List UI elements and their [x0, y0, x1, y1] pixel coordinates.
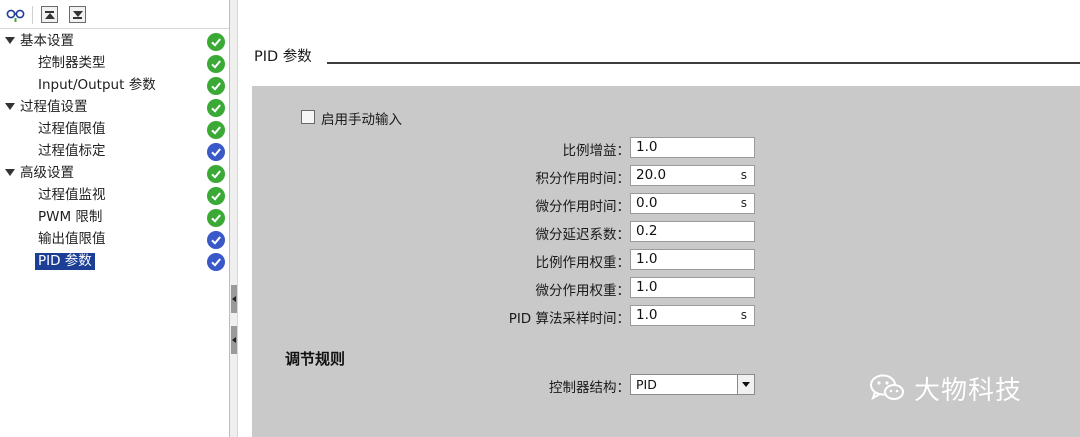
tree-item-pwm-limits[interactable]: PWM 限制	[0, 207, 229, 229]
field-unit: s	[740, 196, 747, 210]
integral-time-field[interactable]: 20.0 s	[630, 165, 755, 186]
manual-entry-label: 启用手动输入	[321, 112, 402, 128]
tree-item-pid-params[interactable]: PID 参数	[0, 251, 229, 273]
derivative-time-field[interactable]: 0.0 s	[630, 193, 755, 214]
field-unit: s	[740, 168, 747, 182]
tree-item-advanced-settings[interactable]: 高级设置	[0, 163, 229, 185]
tree-item-process-value-scaling[interactable]: 过程值标定	[0, 141, 229, 163]
param-label: 比例作用权重：	[535, 255, 631, 271]
param-label: 微分作用权重：	[535, 283, 631, 299]
section-header: PID 参数	[239, 0, 1080, 85]
navigation-panel: 基本设置 控制器类型 Input/Output 参数 过程值设置 过程值限值 过…	[0, 0, 229, 437]
collapse-triangle-icon[interactable]	[5, 169, 15, 176]
check-icon	[207, 253, 225, 271]
section-divider	[327, 62, 1080, 64]
tree-item-input-output-params[interactable]: Input/Output 参数	[0, 75, 229, 97]
field-value: 1.0	[636, 139, 658, 155]
nav-toolbar	[0, 0, 229, 29]
param-row-sampling-time: PID 算法采样时间： 1.0 s	[252, 305, 1080, 327]
tree-item-process-value-monitoring[interactable]: 过程值监视	[0, 185, 229, 207]
field-value: 1.0	[636, 279, 658, 295]
collapse-triangle-icon[interactable]	[5, 37, 15, 44]
tree-item-controller-type[interactable]: 控制器类型	[0, 53, 229, 75]
param-label: PID 算法采样时间：	[508, 311, 630, 327]
controller-structure-label: 控制器结构：	[549, 380, 630, 396]
field-value: 0.2	[636, 223, 658, 239]
field-unit: s	[740, 308, 747, 322]
field-value: 0.0	[636, 195, 658, 211]
check-icon	[207, 121, 225, 139]
param-row-proportional-weight: 比例作用权重： 1.0	[252, 249, 1080, 271]
param-label: 微分延迟系数：	[535, 227, 631, 243]
content-area: PID 参数 启用手动输入 比例增益： 1.0 积分作用时间： 20.0 s 微…	[239, 0, 1080, 437]
tree-item-basic-settings[interactable]: 基本设置	[0, 31, 229, 53]
move-down-icon[interactable]	[68, 5, 87, 24]
tree-item-label: 高级设置	[20, 165, 74, 181]
check-icon	[207, 55, 225, 73]
tree-item-process-value-limits[interactable]: 过程值限值	[0, 119, 229, 141]
proportional-weight-field[interactable]: 1.0	[630, 249, 755, 270]
panel-splitter[interactable]	[230, 0, 238, 437]
tree-item-label: 过程值限值	[38, 121, 106, 137]
tree-item-label: 输出值限值	[38, 231, 106, 247]
check-icon	[207, 231, 225, 249]
check-icon	[207, 77, 225, 95]
splitter-collapse-handle[interactable]	[231, 285, 237, 313]
param-label: 比例增益：	[562, 143, 631, 159]
check-icon	[207, 187, 225, 205]
param-row-derivative-delay: 微分延迟系数： 0.2	[252, 221, 1080, 243]
sampling-time-field[interactable]: 1.0 s	[630, 305, 755, 326]
param-row-proportional-gain: 比例增益： 1.0	[252, 137, 1080, 159]
watermark: 大物科技	[869, 371, 1023, 406]
tree-item-label: Input/Output 参数	[38, 77, 156, 93]
check-icon	[207, 99, 225, 117]
check-icon	[207, 165, 225, 183]
tree-item-label: 过程值标定	[38, 143, 106, 159]
check-icon	[207, 33, 225, 51]
tree-item-label: PWM 限制	[38, 209, 103, 225]
field-value: 1.0	[636, 307, 658, 323]
glasses-icon[interactable]	[6, 5, 25, 24]
param-label: 积分作用时间：	[535, 171, 631, 187]
controller-structure-select[interactable]: PID	[630, 374, 755, 395]
pid-params-panel: 启用手动输入 比例增益： 1.0 积分作用时间： 20.0 s 微分作用时间： …	[252, 86, 1080, 437]
section-title: PID 参数	[254, 49, 312, 65]
derivative-delay-field[interactable]: 0.2	[630, 221, 755, 242]
move-up-icon[interactable]	[40, 5, 59, 24]
tree-item-label: PID 参数	[35, 253, 95, 270]
tree-item-label: 过程值监视	[38, 187, 106, 203]
control-rule-heading: 调节规则	[285, 350, 346, 368]
splitter-collapse-handle[interactable]	[231, 326, 237, 354]
chevron-down-icon[interactable]	[737, 375, 754, 394]
param-row-integral-time: 积分作用时间： 20.0 s	[252, 165, 1080, 187]
tree-item-label: 控制器类型	[38, 55, 106, 71]
manual-entry-checkbox[interactable]	[301, 110, 315, 124]
proportional-gain-field[interactable]: 1.0	[630, 137, 755, 158]
param-row-derivative-weight: 微分作用权重： 1.0	[252, 277, 1080, 299]
check-icon	[207, 209, 225, 227]
toolbar-separator	[32, 6, 33, 24]
wechat-logo-icon	[869, 373, 905, 403]
check-icon	[207, 143, 225, 161]
tree-item-label: 基本设置	[20, 33, 74, 49]
tree-item-process-value-settings[interactable]: 过程值设置	[0, 97, 229, 119]
field-value: 1.0	[636, 251, 658, 267]
select-value: PID	[636, 377, 657, 392]
field-value: 20.0	[636, 167, 667, 183]
collapse-triangle-icon[interactable]	[5, 103, 15, 110]
param-label: 微分作用时间：	[535, 199, 631, 215]
watermark-text: 大物科技	[914, 375, 1023, 406]
tree-item-output-value-limits[interactable]: 输出值限值	[0, 229, 229, 251]
param-row-derivative-time: 微分作用时间： 0.0 s	[252, 193, 1080, 215]
derivative-weight-field[interactable]: 1.0	[630, 277, 755, 298]
tree-item-label: 过程值设置	[20, 99, 88, 115]
